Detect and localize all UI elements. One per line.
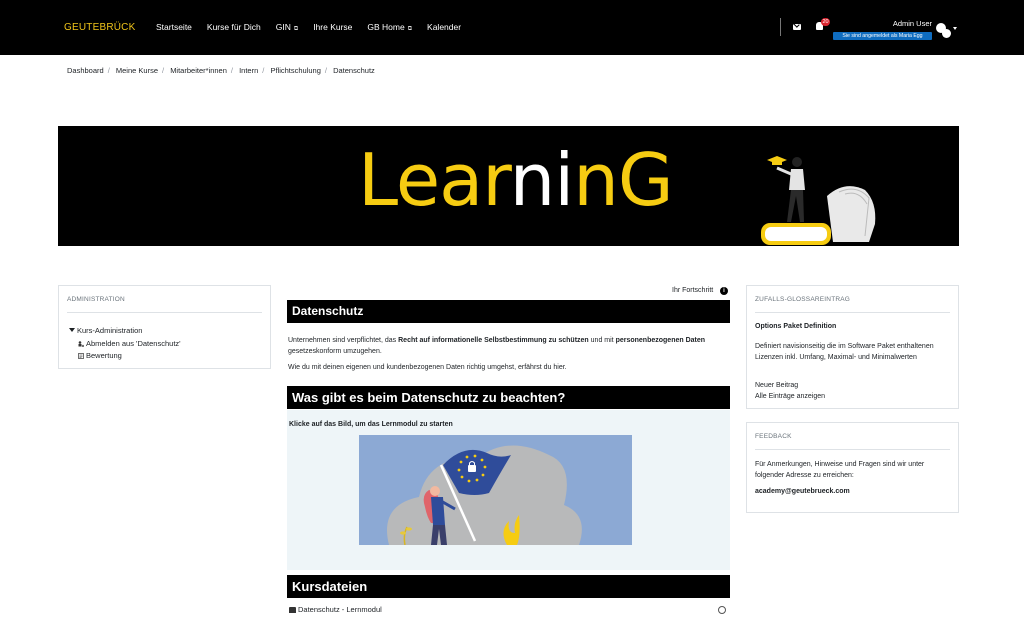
glossary-entry-title: Options Paket Definition <box>755 323 837 330</box>
breadcrumb-item-datenschutz[interactable]: Datenschutz <box>333 66 375 75</box>
breadcrumb-item-intern[interactable]: Intern <box>239 66 258 75</box>
feedback-text: Für Anmerkungen, Hinweise und Fragen sin… <box>755 461 925 479</box>
bewertung-link[interactable]: Bewertung <box>69 350 181 363</box>
user-menu-chevron-down-icon[interactable] <box>953 27 957 30</box>
breadcrumb-item-meine-kurse[interactable]: Meine Kurse <box>116 66 158 75</box>
notification-count-badge: 20 <box>821 18 830 26</box>
nav-link-kalender[interactable]: Kalender <box>427 22 461 33</box>
completion-checkbox[interactable] <box>718 606 726 614</box>
administration-tree: Kurs-Administration Abmelden aus 'Datens… <box>69 325 181 363</box>
messages-icon[interactable] <box>793 24 801 30</box>
nav-link-kurse-fuer-dich[interactable]: Kurse für Dich <box>207 22 261 33</box>
progress-label: Ihr Fortschritt <box>672 287 714 294</box>
learning-module-panel: Klicke auf das Bild, um das Lernmodul zu… <box>287 410 730 570</box>
section-title-beachten: Was gibt es beim Datenschutz zu beachten… <box>287 386 730 409</box>
breadcrumb-item-mitarbeiter[interactable]: Mitarbeiter*innen <box>170 66 227 75</box>
nav-divider <box>780 18 781 36</box>
top-navbar: GEUTEBRÜCK Startseite Kurse für Dich GIN… <box>0 0 1024 55</box>
breadcrumb-item-dashboard[interactable]: Dashboard <box>67 66 104 75</box>
course-banner: LearninG <box>58 126 959 246</box>
nav-link-startseite[interactable]: Startseite <box>156 22 192 33</box>
banner-title: LearninG <box>358 138 674 222</box>
unenrol-link[interactable]: Abmelden aus 'Datenschutz' <box>69 338 181 351</box>
feedback-block: FEEDBACK Für Anmerkungen, Hinweise und F… <box>746 422 959 513</box>
intro-line-2: Wie du mit deinen eigenen und kundenbezo… <box>288 364 567 371</box>
banner-illustration <box>761 156 876 245</box>
nav-link-gb-home[interactable]: GB Home ⧉ <box>367 22 412 33</box>
feedback-block-title: FEEDBACK <box>755 433 792 440</box>
administration-block-title: ADMINISTRATION <box>67 296 125 303</box>
intro-paragraph: Unternehmen sind verpflichtet, das Recht… <box>288 337 706 355</box>
gradebook-icon <box>78 353 84 359</box>
login-as-badge: Sie sind angemeldet als Maria Egg <box>833 32 932 40</box>
glossary-entry-text: Definiert navisionseitig die im Software… <box>755 343 934 361</box>
expanded-triangle-icon <box>69 328 75 332</box>
feedback-email-link[interactable]: academy@geutebrueck.com <box>755 487 953 498</box>
external-link-icon: ⧉ <box>293 26 299 32</box>
random-glossary-block: ZUFALLS-GLOSSAREINTRAG Options Paket Def… <box>746 285 959 409</box>
primary-navigation: Startseite Kurse für Dich GIN ⧉ Ihre Kurs… <box>156 22 476 33</box>
scorm-package-icon <box>289 607 296 613</box>
learning-module-hint: Klicke auf das Bild, um das Lernmodul zu… <box>289 421 453 428</box>
learning-module-start-image[interactable] <box>359 435 632 545</box>
new-entry-link[interactable]: Neuer Beitrag <box>755 381 953 392</box>
breadcrumb-item-pflichtschulung[interactable]: Pflichtschulung <box>270 66 320 75</box>
kurs-administration-node[interactable]: Kurs-Administration <box>69 325 181 338</box>
eu-flag-illustration <box>359 435 632 545</box>
section-title-kursdateien: Kursdateien <box>287 575 730 598</box>
activity-learning-module[interactable]: Datenschutz - Lernmodul <box>289 605 382 614</box>
breadcrumb: Dashboard / Meine Kurse / Mitarbeiter*inne… <box>67 66 375 75</box>
user-remove-icon <box>78 340 84 347</box>
show-all-entries-link[interactable]: Alle Einträge anzeigen <box>755 392 953 403</box>
progress-info-icon[interactable]: i <box>720 287 728 295</box>
administration-block: ADMINISTRATION Kurs-Administration Abmel… <box>58 285 271 369</box>
nav-link-ihre-kurse[interactable]: Ihre Kurse <box>313 22 352 33</box>
glossary-block-title: ZUFALLS-GLOSSAREINTRAG <box>755 296 851 303</box>
external-link-icon: ⧉ <box>407 26 413 32</box>
section-title-datenschutz: Datenschutz <box>287 300 730 323</box>
user-name[interactable]: Admin User <box>870 19 932 28</box>
brand-logo[interactable]: GEUTEBRÜCK <box>64 22 135 33</box>
nav-link-gin[interactable]: GIN ⧉ <box>276 22 298 33</box>
user-avatar-icon[interactable] <box>936 23 954 39</box>
